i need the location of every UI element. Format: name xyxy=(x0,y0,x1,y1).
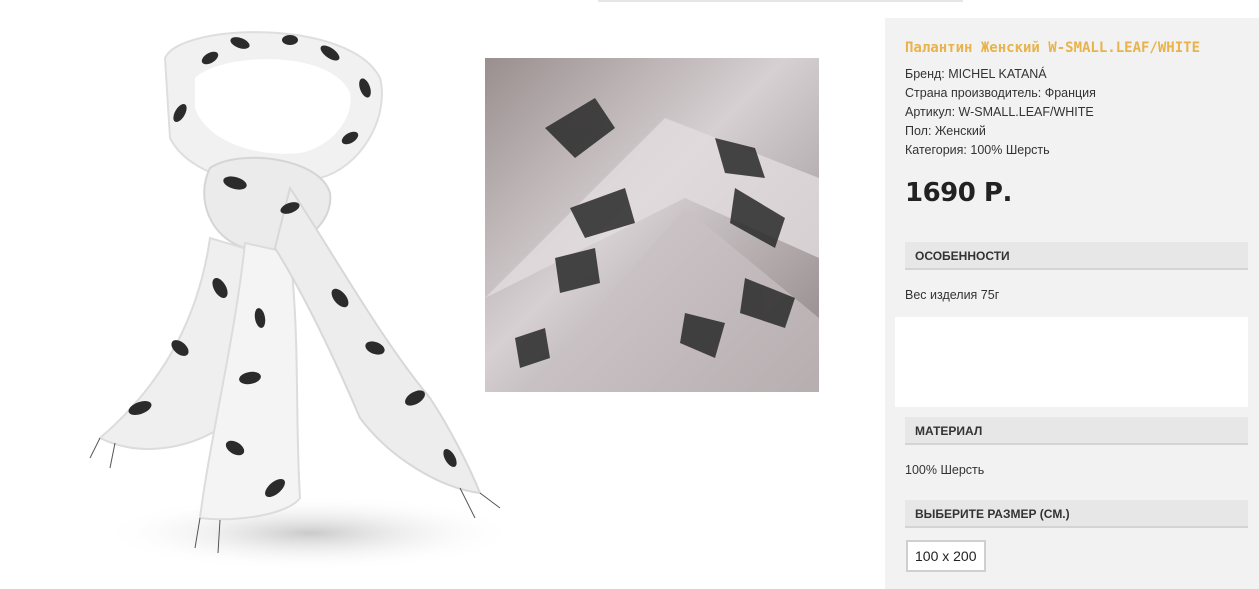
size-option-100x200[interactable]: 100 x 200 xyxy=(906,540,986,572)
product-title: Палантин Женский W-SMALL.LEAF/WHITE xyxy=(905,40,1201,56)
material-header: МАТЕРИАЛ xyxy=(905,417,1248,445)
material-text: 100% Шерсть xyxy=(905,463,985,477)
top-strip xyxy=(598,0,963,2)
attribute-category: Категория: 100% Шерсть xyxy=(905,143,1050,157)
attribute-brand: Бренд: MICHEL KATANÁ xyxy=(905,67,1047,81)
product-attributes: Бренд: MICHEL KATANÁ Страна производител… xyxy=(905,65,1096,160)
product-price: 1690 Р. xyxy=(905,178,1012,208)
features-text: Вес изделия 75г xyxy=(905,288,1000,302)
attribute-gender: Пол: Женский xyxy=(905,124,986,138)
spacer-block xyxy=(895,317,1248,407)
attribute-country: Страна производитель: Франция xyxy=(905,86,1096,100)
features-header: ОСОБЕННОСТИ xyxy=(905,242,1248,270)
product-gallery xyxy=(0,0,819,589)
zoom-detail-image[interactable] xyxy=(485,58,819,392)
product-info-panel: Палантин Женский W-SMALL.LEAF/WHITE Брен… xyxy=(885,18,1259,589)
size-header: ВЫБЕРИТЕ РАЗМЕР (СМ.) xyxy=(905,500,1248,528)
attribute-sku: Артикул: W-SMALL.LEAF/WHITE xyxy=(905,105,1094,119)
main-product-image[interactable] xyxy=(60,18,530,578)
